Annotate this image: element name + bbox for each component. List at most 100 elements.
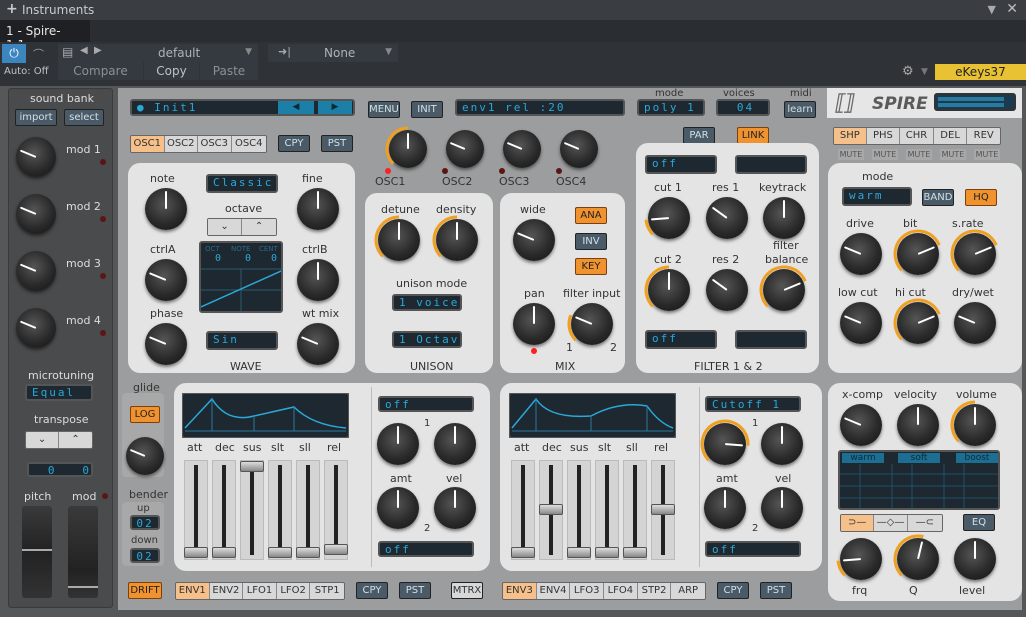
mod-knob-4[interactable] [16,308,56,348]
filter2-mode-display[interactable] [735,330,807,349]
poly-mode-display[interactable]: poly 1 [637,99,705,116]
env1-vel1-knob[interactable] [434,423,476,465]
filter1-type-display[interactable]: off [645,155,717,174]
copy-button[interactable]: Copy [144,62,199,80]
paste-button[interactable]: Paste [200,62,258,80]
density-knob[interactable] [432,215,478,261]
fx-drive-knob[interactable] [840,233,882,275]
slider-handle[interactable] [651,504,675,515]
env3-sll-slider[interactable] [623,460,647,560]
hq-button[interactable]: HQ [965,189,997,206]
env1-sll-slider[interactable] [296,460,320,560]
octave-down-button[interactable]: ⌄ [208,219,243,235]
env3-amt1-knob[interactable] [700,419,750,465]
fx-bit-knob[interactable] [893,229,941,275]
env3-copy-button[interactable]: CPY [717,582,749,599]
filter-input-knob[interactable] [567,303,613,345]
osc-wtmix-knob[interactable] [297,323,339,365]
osc1-level-knob[interactable] [385,126,427,168]
device-badge[interactable]: eKeys37 [935,64,1026,80]
filter-keytrack-knob[interactable] [763,197,805,239]
slider-handle[interactable] [240,461,264,472]
eq-band-warm[interactable]: warm [842,453,884,463]
tab-lfo3[interactable]: LFO3 [570,583,605,599]
midi-learn-button[interactable]: learn [784,101,816,118]
osc-ctrlA-knob[interactable] [145,259,187,301]
tab-osc4[interactable]: OSC4 [231,136,266,152]
env1-dest1-display[interactable]: off [378,396,474,412]
transpose-display[interactable]: 0 0 [27,462,93,477]
init-button[interactable]: INIT [411,101,443,118]
ana-button[interactable]: ANA [575,207,607,224]
env1-sus-slider[interactable] [240,460,264,560]
wave-display[interactable]: Sin [206,331,278,350]
tab-chr[interactable]: CHR [900,128,934,144]
env3-dest1-display[interactable]: Cutoff 1 [705,396,801,412]
tab-lfo4[interactable]: LFO4 [604,583,638,599]
mute-button-phs[interactable]: MUTE [872,149,898,160]
env3-dec-slider[interactable] [539,460,563,560]
tab-env4[interactable]: ENV4 [536,583,571,599]
next-patch-button[interactable]: ▶ [318,101,352,114]
env1-vel2-knob[interactable] [434,487,476,529]
mod-knob-1[interactable] [16,137,56,177]
eq-peak-button[interactable]: —◇— [874,515,908,531]
octave-up-button[interactable]: ⌃ [242,219,276,235]
gear-icon[interactable]: ⚙ [902,64,914,79]
env3-paste-button[interactable]: PST [760,582,792,599]
chevron-down-icon[interactable]: ▼ [921,67,928,77]
output-velocity-knob[interactable] [897,404,939,446]
fx-hi-cut-knob[interactable] [893,298,941,344]
link-button[interactable]: LINK [737,127,769,144]
pin-icon[interactable]: ▼ [988,3,996,16]
slider-handle[interactable] [567,547,591,558]
auto-status[interactable]: Auto: Off [4,66,49,77]
slider-handle[interactable] [268,547,292,558]
tab-del[interactable]: DEL [933,128,968,144]
tab-arp[interactable]: ARP [671,583,705,599]
eq-band-soft[interactable]: soft [898,453,940,463]
tab-lfo1[interactable]: LFO1 [243,583,277,599]
eq-frq-knob[interactable] [836,538,882,580]
tab-stp1[interactable]: STP1 [310,583,344,599]
inv-button[interactable]: INV [575,233,607,250]
unison-range-display[interactable]: 1 Octave [392,331,462,348]
par-button[interactable]: PAR [683,127,715,144]
slider-handle[interactable] [296,547,320,558]
env1-paste-button[interactable]: PST [399,582,431,599]
slider-handle[interactable] [623,547,647,558]
tab-osc2[interactable]: OSC2 [164,136,198,152]
env1-amt1-knob[interactable] [377,423,419,465]
matrix-button[interactable]: MTRX [451,582,483,599]
filter-cut-2-knob[interactable] [644,265,690,311]
chevron-down-icon[interactable]: ▼ [245,47,252,57]
eq-q-knob[interactable] [893,534,939,580]
tab-rev[interactable]: REV [967,128,1000,144]
env1-rel-slider[interactable] [324,460,348,560]
bender-down-display[interactable]: 02 [130,548,160,563]
mute-button-chr[interactable]: MUTE [906,149,932,160]
prev-patch-button[interactable]: ◀ [278,101,314,114]
menu-button[interactable]: MENU [368,101,400,118]
detune-knob[interactable] [374,215,420,261]
compare-button[interactable]: Compare [58,62,143,80]
env1-amt2-knob[interactable] [377,487,419,529]
env1-dec-slider[interactable] [212,460,236,560]
tab-phs[interactable]: PHS [866,128,901,144]
env1-dest2-display[interactable]: off [378,541,474,557]
osc4-level-knob[interactable] [560,130,598,168]
osc3-level-knob[interactable] [503,130,541,168]
filter-cut-1-knob[interactable] [644,197,690,239]
add-icon[interactable]: + [6,1,18,17]
mod-knob-3[interactable] [16,251,56,291]
mute-button-shp[interactable]: MUTE [838,149,864,160]
osc2-level-knob[interactable] [446,130,484,168]
tab-shp[interactable]: SHP [834,128,867,144]
eq-level-knob[interactable] [954,538,996,580]
slider-handle[interactable] [184,547,208,558]
sidechain-selector[interactable]: ➜| None ▼ [268,44,398,62]
mute-button-rev[interactable]: MUTE [974,149,1000,160]
unison-mode-display[interactable]: 1 voice [392,294,462,311]
preset-file-icon[interactable]: ▤ [62,45,73,59]
env1-slt-slider[interactable] [268,460,292,560]
